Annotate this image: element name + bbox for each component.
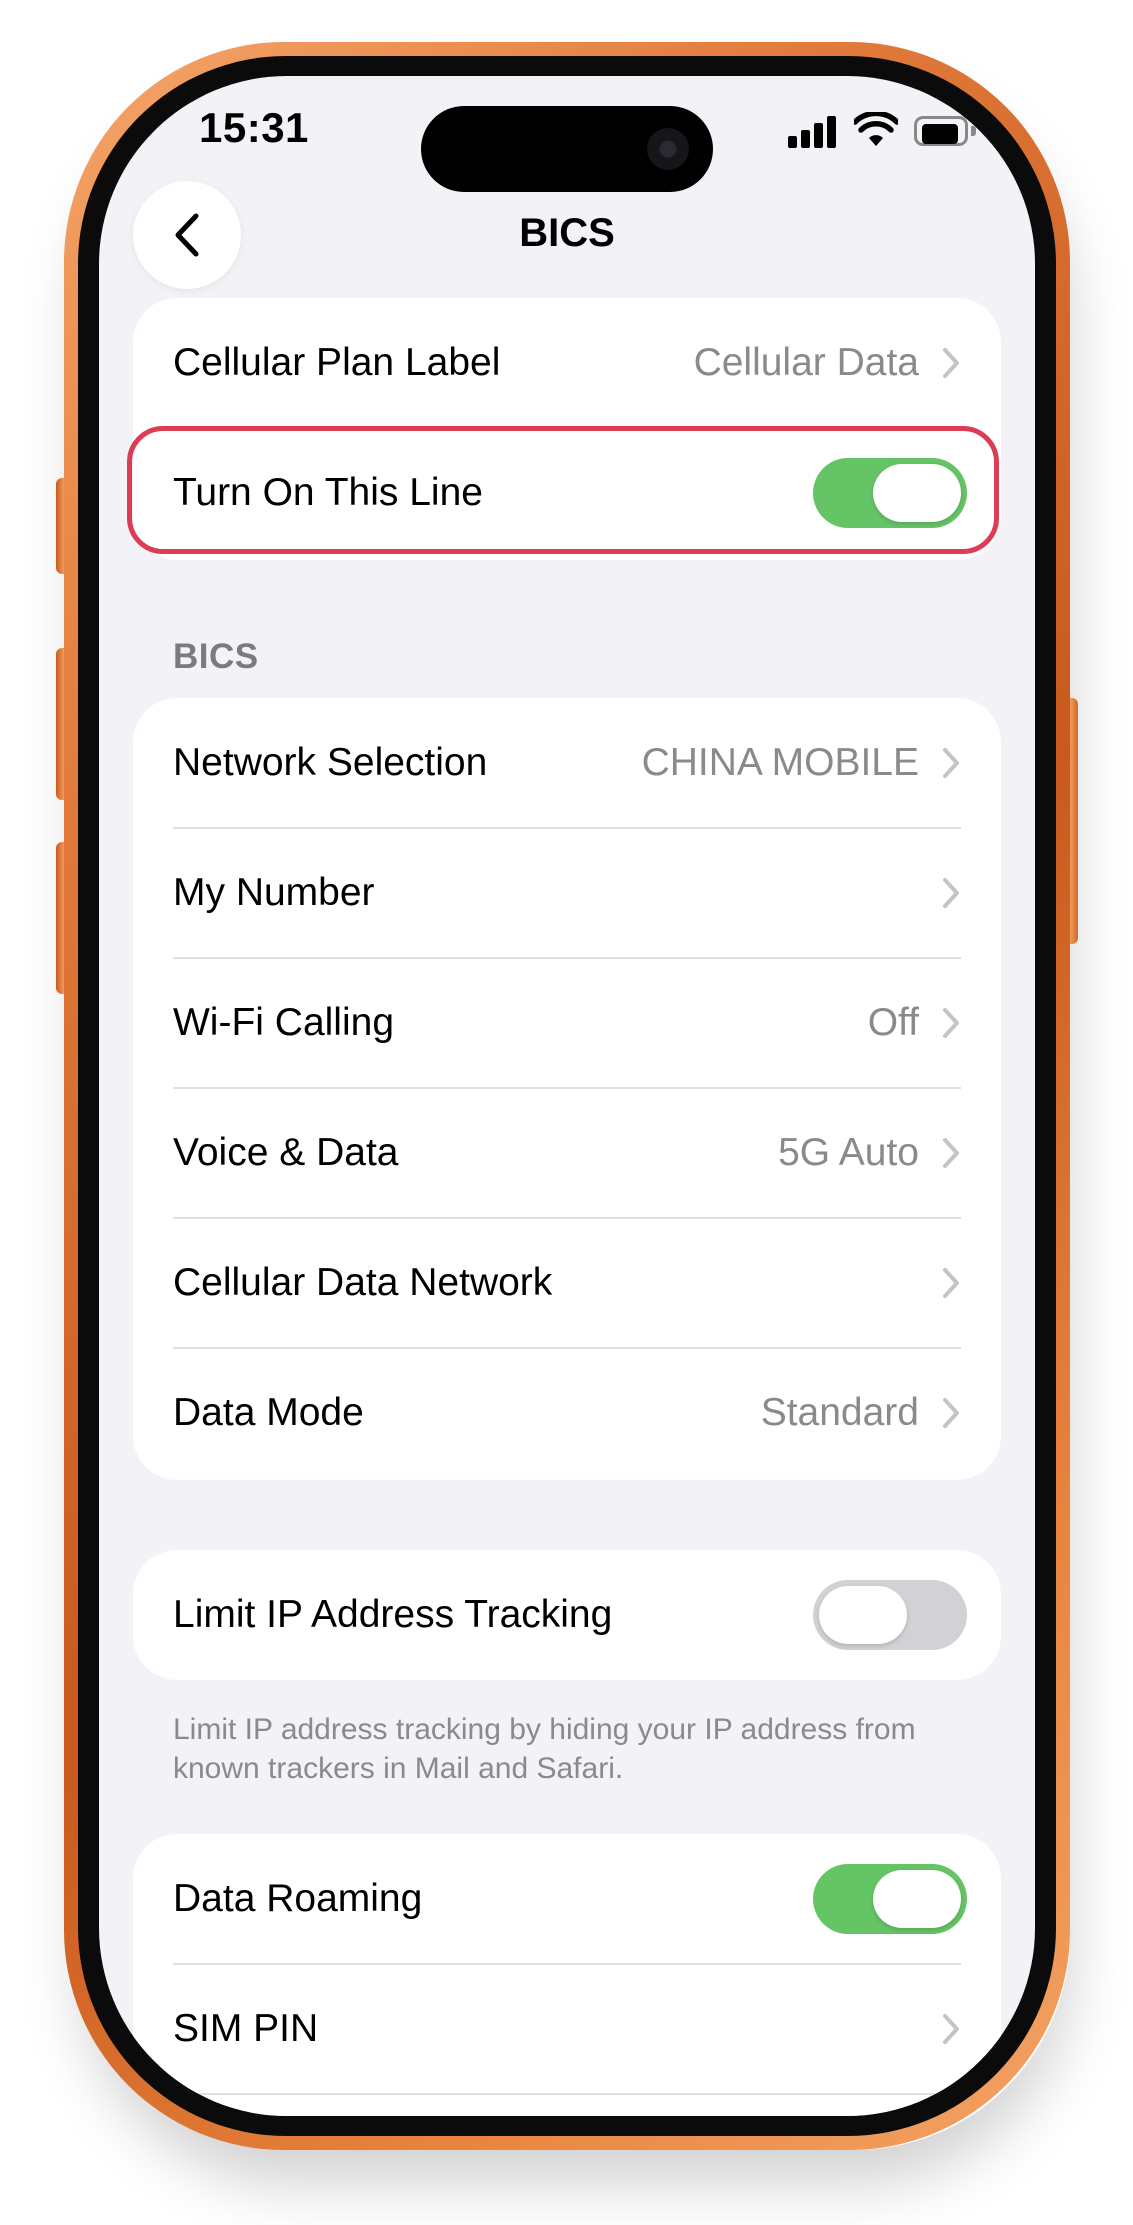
my-number-row[interactable]: My Number bbox=[133, 828, 1001, 958]
row-value: 5G Auto bbox=[778, 1131, 919, 1174]
front-camera-icon bbox=[647, 128, 689, 170]
limit-ip-tracking-toggle[interactable] bbox=[813, 1580, 967, 1650]
row-value: Cellular Data bbox=[693, 341, 919, 384]
row-label: Voice & Data bbox=[173, 1131, 399, 1174]
toggle-knob bbox=[873, 1870, 961, 1928]
dynamic-island bbox=[421, 106, 713, 192]
status-icons bbox=[788, 112, 978, 152]
row-label: Data Roaming bbox=[173, 1877, 423, 1920]
cellular-signal-icon bbox=[788, 114, 838, 148]
row-label: Cellular Data Network bbox=[173, 1261, 553, 1304]
row-label: Wi-Fi Calling bbox=[173, 1001, 395, 1044]
row-value: Standard bbox=[760, 1391, 919, 1434]
highlight-outline bbox=[127, 426, 999, 554]
row-label: Cellular Plan Label bbox=[173, 341, 501, 384]
chevron-right-icon bbox=[943, 348, 959, 378]
limit-ip-tracking-row: Limit IP Address Tracking bbox=[133, 1550, 1001, 1680]
data-roaming-row: Data Roaming bbox=[133, 1834, 1001, 1964]
battery-icon bbox=[914, 116, 978, 146]
roaming-group: Data Roaming SIM PIN bbox=[133, 1834, 1001, 2116]
data-roaming-toggle[interactable] bbox=[813, 1864, 967, 1934]
chevron-right-icon bbox=[943, 1398, 959, 1428]
row-label: SIM PIN bbox=[173, 2007, 319, 2050]
row-label: Network Selection bbox=[173, 741, 488, 784]
data-mode-row[interactable]: Data Mode Standard bbox=[133, 1348, 1001, 1478]
row-value: CHINA MOBILE bbox=[641, 741, 919, 784]
row-label: My Number bbox=[173, 871, 375, 914]
row-value: Off bbox=[867, 1001, 919, 1044]
page-title: BICS bbox=[519, 211, 615, 255]
cellular-data-network-row[interactable]: Cellular Data Network bbox=[133, 1218, 1001, 1348]
toggle-knob bbox=[819, 1586, 907, 1644]
privacy-group: Limit IP Address Tracking bbox=[133, 1550, 1001, 1680]
row-label: Data Mode bbox=[173, 1391, 364, 1434]
limit-ip-footnote: Limit IP address tracking by hiding your… bbox=[173, 1713, 916, 1785]
screen: 15:31 BICS Cellular Plan Label Cellular … bbox=[99, 76, 1035, 2116]
chevron-right-icon bbox=[943, 878, 959, 908]
chevron-right-icon bbox=[943, 2014, 959, 2044]
status-time: 15:31 bbox=[199, 104, 309, 151]
section-header: BICS bbox=[173, 637, 259, 676]
wifi-icon bbox=[854, 112, 898, 146]
voice-data-row[interactable]: Voice & Data 5G Auto bbox=[133, 1088, 1001, 1218]
chevron-right-icon bbox=[943, 748, 959, 778]
row-label: Limit IP Address Tracking bbox=[173, 1593, 613, 1636]
chevron-right-icon bbox=[943, 1008, 959, 1038]
chevron-right-icon bbox=[943, 1138, 959, 1168]
network-selection-row[interactable]: Network Selection CHINA MOBILE bbox=[133, 698, 1001, 828]
chevron-right-icon bbox=[943, 1268, 959, 1298]
cellular-plan-label-row[interactable]: Cellular Plan Label Cellular Data bbox=[133, 298, 1001, 428]
sim-pin-row[interactable]: SIM PIN bbox=[133, 1964, 1001, 2094]
wifi-calling-row[interactable]: Wi-Fi Calling Off bbox=[133, 958, 1001, 1088]
divider bbox=[173, 2093, 961, 2095]
bics-group: Network Selection CHINA MOBILE My Number… bbox=[133, 698, 1001, 1480]
